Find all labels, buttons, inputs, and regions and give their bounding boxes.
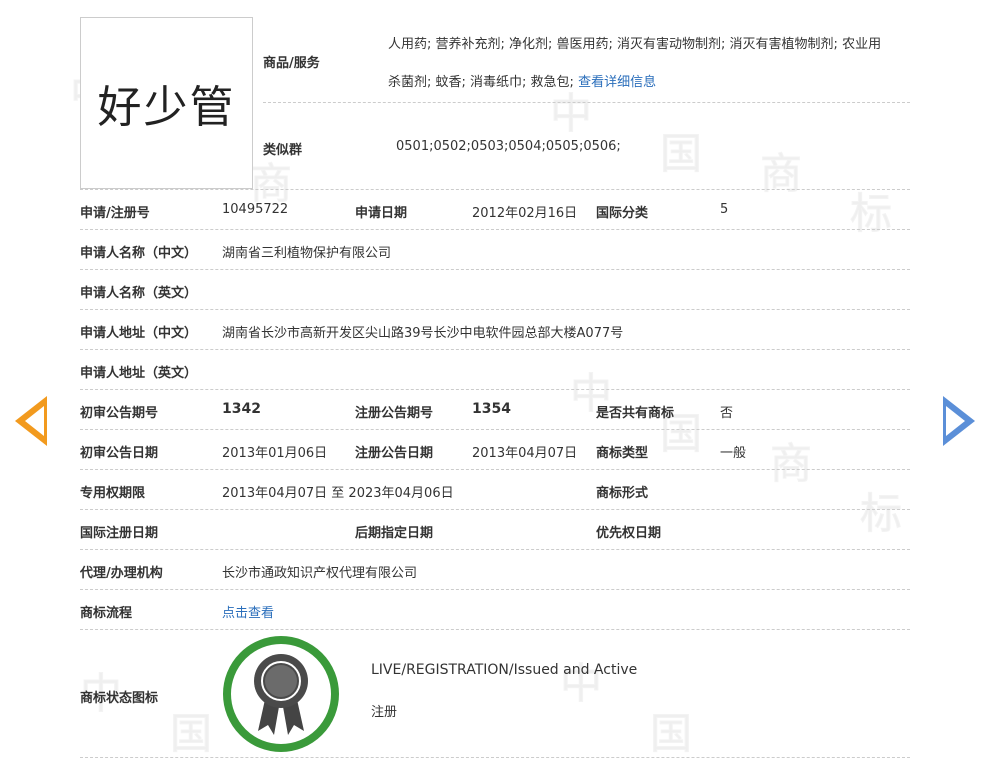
process-label: 商标流程	[80, 606, 133, 621]
arrow-left-icon[interactable]	[15, 396, 47, 446]
later-date-label: 后期指定日期	[355, 526, 434, 541]
reg-no-label: 申请/注册号	[80, 206, 150, 221]
watermark-char: 标	[859, 489, 903, 539]
goods-line2-text: 杀菌剂; 蚊香; 消毒纸巾; 救急包;	[388, 75, 574, 90]
divider	[80, 469, 910, 470]
app-date-value: 2012年02月16日	[472, 206, 578, 221]
reg-issue-label: 注册公告期号	[355, 406, 434, 421]
address-cn-value: 湖南省长沙市高新开发区尖山路39号长沙中电软件园总部大楼A077号	[222, 326, 624, 341]
arrow-right-icon[interactable]	[943, 396, 975, 446]
reg-date-label: 注册公告日期	[355, 446, 434, 461]
divider	[80, 629, 910, 630]
tm-type-label: 商标类型	[596, 446, 649, 461]
status-cn: 注册	[371, 705, 398, 720]
divider	[80, 389, 910, 390]
divider	[263, 102, 910, 103]
trademark-image: 好少管	[80, 17, 253, 189]
watermark-char: 国	[649, 709, 693, 759]
goods-line2: 杀菌剂; 蚊香; 消毒纸巾; 救急包; 查看详细信息	[388, 71, 656, 90]
prelim-date-value: 2013年01月06日	[222, 446, 328, 461]
divider	[80, 757, 910, 758]
exclusive-value: 2013年04月07日 至 2023年04月06日	[222, 486, 454, 501]
reg-date-value: 2013年04月07日	[472, 446, 578, 461]
watermark-char: 中	[559, 659, 603, 709]
process-link[interactable]: 点击查看	[222, 602, 274, 621]
applicant-cn-label: 申请人名称（中文）	[80, 246, 198, 261]
agency-label: 代理/办理机构	[80, 566, 163, 581]
watermark-char: 国	[659, 129, 703, 179]
divider	[80, 309, 910, 310]
shared-value: 否	[720, 406, 734, 421]
divider	[80, 269, 910, 270]
prelim-issue-label: 初审公告期号	[80, 406, 159, 421]
divider	[80, 349, 910, 350]
applicant-cn-value: 湖南省三利植物保护有限公司	[222, 246, 392, 261]
goods-line1: 人用药; 营养补充剂; 净化剂; 兽医用药; 消灭有害动物制剂; 消灭有害植物制…	[388, 37, 882, 52]
trademark-name: 好少管	[97, 82, 236, 133]
watermark-char: 商	[769, 439, 813, 489]
intl-reg-date-label: 国际注册日期	[80, 526, 159, 541]
prelim-date-label: 初审公告日期	[80, 446, 159, 461]
intl-class-value: 5	[720, 202, 729, 217]
watermark-char: 商	[759, 149, 803, 199]
applicant-en-label: 申请人名称（英文）	[80, 286, 198, 301]
similar-group-label: 类似群	[263, 143, 303, 158]
divider	[80, 189, 910, 190]
address-cn-label: 申请人地址（中文）	[80, 326, 198, 341]
tm-form-label: 商标形式	[596, 486, 649, 501]
exclusive-label: 专用权期限	[80, 486, 146, 501]
goods-detail-link[interactable]: 查看详细信息	[578, 75, 656, 90]
divider	[80, 429, 910, 430]
goods-label: 商品/服务	[263, 56, 320, 71]
watermark-char: 国	[169, 709, 213, 759]
status-en: LIVE/REGISTRATION/Issued and Active	[371, 662, 638, 678]
divider	[80, 509, 910, 510]
divider	[80, 549, 910, 550]
intl-class-label: 国际分类	[596, 206, 649, 221]
divider	[80, 589, 910, 590]
priority-date-label: 优先权日期	[596, 526, 662, 541]
status-icon-label: 商标状态图标	[80, 691, 159, 706]
divider	[80, 229, 910, 230]
reg-no-value: 10495722	[222, 202, 289, 217]
similar-group-value: 0501;0502;0503;0504;0505;0506;	[396, 139, 621, 154]
agency-value: 长沙市通政知识产权代理有限公司	[222, 566, 418, 581]
shared-label: 是否共有商标	[596, 406, 675, 421]
tm-type-value: 一般	[720, 446, 747, 461]
reg-issue-value: 1354	[472, 401, 511, 417]
award-ribbon-icon	[223, 636, 339, 752]
prelim-issue-value: 1342	[222, 401, 261, 417]
address-en-label: 申请人地址（英文）	[80, 366, 198, 381]
app-date-label: 申请日期	[355, 206, 408, 221]
